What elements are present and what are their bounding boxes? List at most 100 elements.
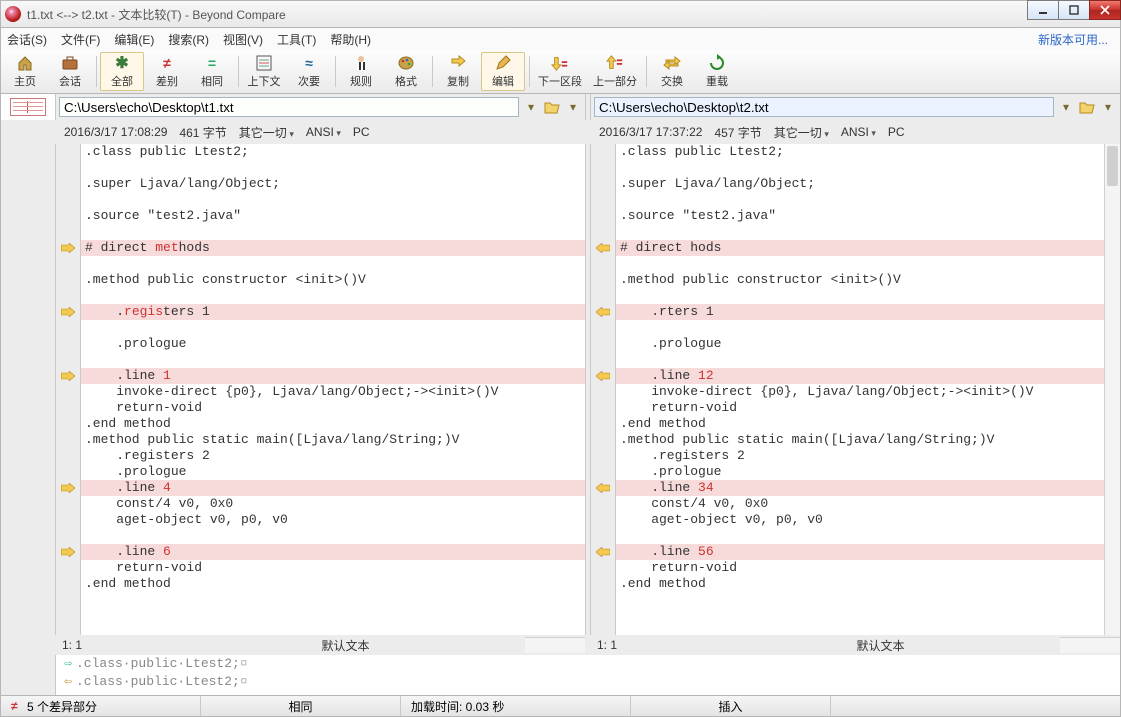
code-line[interactable]: .end method [81, 576, 585, 592]
format-button[interactable]: 格式 [384, 52, 428, 91]
left-hscroll[interactable] [525, 637, 585, 653]
code-line[interactable]: .super Ljava/lang/Object; [616, 176, 1120, 192]
left-filter-dropdown[interactable]: 其它一切 [239, 124, 294, 141]
code-line[interactable]: .prologue [81, 464, 585, 480]
right-dropdown-icon[interactable]: ▾ [1057, 98, 1075, 116]
diff-marker-icon[interactable] [591, 480, 615, 496]
code-line[interactable] [616, 288, 1120, 304]
code-line[interactable]: .class public Ltest2; [81, 144, 585, 160]
code-line[interactable]: invoke-direct {p0}, Ljava/lang/Object;->… [616, 384, 1120, 400]
code-line[interactable]: const/4 v0, 0x0 [81, 496, 585, 512]
diff-marker-icon[interactable] [591, 304, 615, 320]
left-browse-icon[interactable]: ▾ [564, 98, 582, 116]
diff-marker-icon[interactable] [56, 544, 80, 560]
merge-line-left[interactable]: ⇨.class·public·Ltest2;¤ [56, 655, 1120, 673]
left-dropdown-icon[interactable]: ▾ [522, 98, 540, 116]
code-line[interactable]: return-void [81, 400, 585, 416]
same-button[interactable]: =相同 [190, 52, 234, 91]
code-line[interactable]: .end method [616, 576, 1120, 592]
code-line[interactable]: aget-object v0, p0, v0 [616, 512, 1120, 528]
rules-button[interactable]: 规则 [339, 52, 383, 91]
code-line[interactable]: .line 4 [81, 480, 585, 496]
swap-button[interactable]: 交换 [650, 52, 694, 91]
close-button[interactable] [1089, 0, 1121, 20]
code-line[interactable] [81, 320, 585, 336]
diff-marker-icon[interactable] [591, 240, 615, 256]
code-line[interactable]: .line 34 [616, 480, 1120, 496]
reload-button[interactable]: 重载 [695, 52, 739, 91]
code-line[interactable] [616, 160, 1120, 176]
menu-session[interactable]: 会话(S) [7, 31, 47, 48]
code-line[interactable]: .method public static main([Ljava/lang/S… [616, 432, 1120, 448]
code-line[interactable]: .end method [616, 416, 1120, 432]
code-line[interactable]: .method public static main([Ljava/lang/S… [81, 432, 585, 448]
overview-gutter[interactable] [1, 144, 56, 635]
code-line[interactable]: .registers 1 [81, 304, 585, 320]
next-section-button[interactable]: 下一区段 [533, 52, 587, 91]
code-line[interactable] [81, 224, 585, 240]
menu-view[interactable]: 视图(V) [223, 31, 263, 48]
code-line[interactable] [616, 320, 1120, 336]
code-line[interactable] [81, 352, 585, 368]
code-line[interactable]: .class public Ltest2; [616, 144, 1120, 160]
code-line[interactable]: .line 56 [616, 544, 1120, 560]
code-line[interactable] [81, 528, 585, 544]
diff-marker-icon[interactable] [56, 480, 80, 496]
code-line[interactable]: .end method [81, 416, 585, 432]
code-line[interactable]: .prologue [616, 336, 1120, 352]
code-line[interactable]: aget-object v0, p0, v0 [81, 512, 585, 528]
code-line[interactable]: return-void [616, 400, 1120, 416]
code-line[interactable]: .line 12 [616, 368, 1120, 384]
left-encoding-dropdown[interactable]: ANSI [306, 125, 341, 139]
code-line[interactable]: return-void [616, 560, 1120, 576]
right-encoding-dropdown[interactable]: ANSI [841, 125, 876, 139]
menu-tools[interactable]: 工具(T) [277, 31, 316, 48]
merge-line-right[interactable]: ⇦.class·public·Ltest2;¤ [56, 673, 1120, 691]
code-line[interactable] [81, 160, 585, 176]
code-line[interactable]: # direct hods [616, 240, 1120, 256]
code-line[interactable] [616, 224, 1120, 240]
maximize-button[interactable] [1058, 0, 1090, 20]
code-line[interactable] [616, 528, 1120, 544]
diff-marker-icon[interactable] [56, 304, 80, 320]
all-button[interactable]: ✱全部 [100, 52, 144, 91]
copy-button[interactable]: 复制 [436, 52, 480, 91]
right-browse-icon[interactable]: ▾ [1099, 98, 1117, 116]
code-line[interactable]: invoke-direct {p0}, Ljava/lang/Object;->… [81, 384, 585, 400]
code-line[interactable]: .source "test2.java" [616, 208, 1120, 224]
context-button[interactable]: 上下文 [242, 52, 286, 91]
code-line[interactable] [81, 288, 585, 304]
code-line[interactable]: .registers 2 [81, 448, 585, 464]
code-line[interactable] [81, 192, 585, 208]
code-line[interactable]: .method public constructor <init>()V [616, 272, 1120, 288]
code-line[interactable]: .rters 1 [616, 304, 1120, 320]
minor-button[interactable]: ≈次要 [287, 52, 331, 91]
code-line[interactable]: .line 6 [81, 544, 585, 560]
code-line[interactable]: .line 1 [81, 368, 585, 384]
code-line[interactable]: .super Ljava/lang/Object; [81, 176, 585, 192]
diff-marker-icon[interactable] [591, 544, 615, 560]
right-pane[interactable]: .class public Ltest2; .super Ljava/lang/O… [591, 144, 1120, 635]
menu-edit[interactable]: 编辑(E) [114, 31, 154, 48]
code-line[interactable] [81, 256, 585, 272]
right-hscroll[interactable] [1060, 637, 1120, 653]
menu-file[interactable]: 文件(F) [61, 31, 100, 48]
code-line[interactable]: .registers 2 [616, 448, 1120, 464]
edit-button[interactable]: 编辑 [481, 52, 525, 91]
code-line[interactable] [616, 352, 1120, 368]
code-line[interactable]: const/4 v0, 0x0 [616, 496, 1120, 512]
code-line[interactable]: .prologue [81, 336, 585, 352]
home-button[interactable]: 主页 [3, 52, 47, 91]
menu-search[interactable]: 搜索(R) [168, 31, 209, 48]
diffs-button[interactable]: ≠差别 [145, 52, 189, 91]
minimize-button[interactable] [1027, 0, 1059, 20]
vertical-scrollbar[interactable] [1104, 144, 1120, 635]
right-path-input[interactable] [594, 97, 1054, 117]
diff-marker-icon[interactable] [56, 368, 80, 384]
sessions-button[interactable]: 会话 [48, 52, 92, 91]
code-line[interactable]: return-void [81, 560, 585, 576]
diff-marker-icon[interactable] [591, 368, 615, 384]
right-filter-dropdown[interactable]: 其它一切 [774, 124, 829, 141]
left-open-icon[interactable] [543, 98, 561, 116]
code-line[interactable] [616, 256, 1120, 272]
